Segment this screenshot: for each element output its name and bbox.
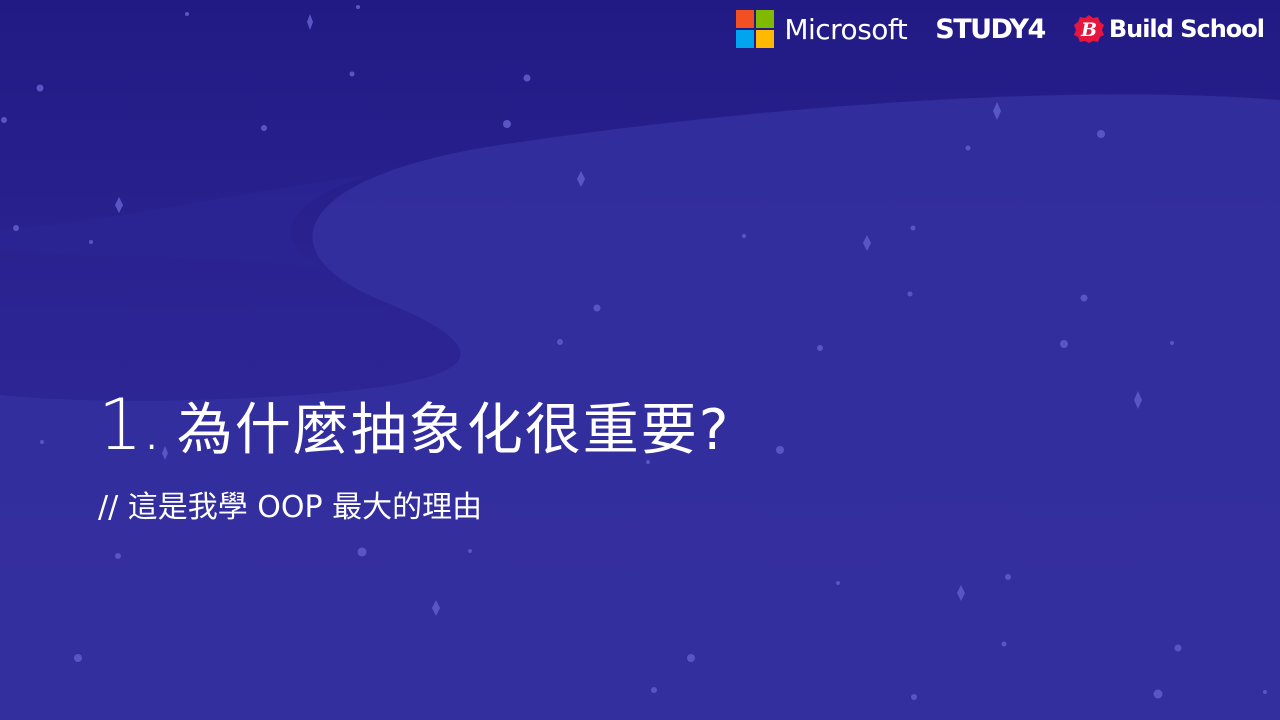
wave-edge [0,175,370,270]
microsoft-logo: Microsoft [736,10,908,48]
slide-title-text: 為什麼抽象化很重要? [176,398,731,463]
svg-text:B: B [1080,19,1097,41]
slide-title: 1. 為什麼抽象化很重要? [98,384,731,466]
build-school-logo: B Build School [1073,14,1265,44]
study4-logo: STUDY4 [935,13,1046,45]
slide: Microsoft STUDY4 B Build School 1. 為什麼抽象… [0,0,1280,720]
slide-subtitle: // 這是我學 OOP 最大的理由 [98,490,483,525]
microsoft-logo-text: Microsoft [784,12,908,46]
slide-title-number: 1. [98,384,163,466]
microsoft-logo-icon [736,10,775,48]
background-decoration [0,5,1280,720]
build-school-badge-icon: B [1073,15,1104,43]
partner-logos: Microsoft STUDY4 B Build School [736,8,1265,50]
study4-logo-text: STUDY4 [935,13,1046,45]
build-school-logo-text: Build School [1108,15,1265,43]
